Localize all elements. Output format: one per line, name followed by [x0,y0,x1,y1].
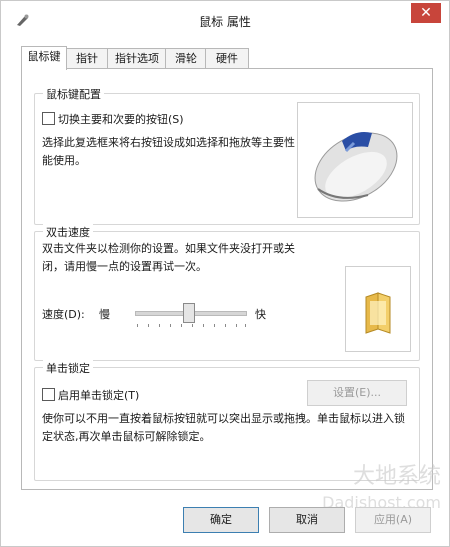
slider-tick [245,324,246,327]
speed-slider-thumb[interactable] [183,303,195,323]
slider-tick [203,324,204,327]
button-configuration-group: 鼠标键配置 切换主要和次要的按钮(S) 选择此复选框来将右按钮设成如选择和拖放等… [34,86,420,225]
clicklock-description: 使你可以不用一直按着鼠标按钮就可以突出显示或拖拽。单击鼠标以进入锁定状态,再次单… [42,412,405,443]
test-folder-frame [345,266,411,352]
slider-tick [236,324,237,327]
mouse-properties-window: 鼠标 属性 ✕ 鼠标键 指针 指针选项 滑轮 硬件 鼠标键配置 切换主要和次要的… [0,0,450,547]
switch-buttons-checkbox[interactable] [42,112,55,125]
slider-tick [148,324,149,327]
tab-pointer-options[interactable]: 指针选项 [107,48,167,69]
double-click-description: 双击文件夹以检测你的设置。如果文件夹没打开或关闭，请用慢一点的设置再试一次。 [42,242,295,273]
button-configuration-title: 鼠标键配置 [43,86,104,102]
switch-buttons-label[interactable]: 切换主要和次要的按钮(S) [58,111,184,127]
mouse-image-frame [297,102,413,218]
double-click-speed-group: 双击速度 双击文件夹以检测你的设置。如果文件夹没打开或关闭，请用慢一点的设置再试… [34,224,420,361]
slider-tick [214,324,215,327]
apply-button[interactable]: 应用(A) [355,507,431,533]
double-click-speed-title: 双击速度 [43,224,93,240]
watermark-title: 大地系统 [352,464,441,489]
title-bar: 鼠标 属性 ✕ [1,1,449,39]
folder-icon[interactable] [346,267,410,351]
tab-wheel[interactable]: 滑轮 [165,48,207,69]
mouse-image [314,132,398,202]
fast-label: 快 [255,308,266,321]
slider-tick [170,324,171,327]
clicklock-label[interactable]: 启用单击锁定(T) [58,387,139,403]
slider-tick [225,324,226,327]
slider-tick [137,324,138,327]
window-title: 鼠标 属性 [199,15,251,29]
button-configuration-description: 选择此复选框来将右按钮设成如选择和拖放等主要性能使用。 [42,136,295,167]
clicklock-checkbox[interactable] [42,388,55,401]
slider-tick [181,324,182,327]
ok-button[interactable]: 确定 [183,507,259,533]
slider-tick [159,324,160,327]
tab-hardware[interactable]: 硬件 [205,48,249,69]
buttons-tab-panel: 鼠标键配置 切换主要和次要的按钮(S) 选择此复选框来将右按钮设成如选择和拖放等… [21,68,433,490]
slider-tick [192,324,193,327]
tab-buttons[interactable]: 鼠标键 [21,46,67,70]
tab-pointers[interactable]: 指针 [65,48,109,69]
clicklock-settings-button[interactable]: 设置(E)... [307,380,407,406]
cancel-button[interactable]: 取消 [269,507,345,533]
close-button[interactable]: ✕ [411,3,441,23]
slow-label: 慢 [99,308,110,321]
clicklock-title: 单击锁定 [43,360,93,376]
speed-label: 速度(D): [42,308,85,321]
